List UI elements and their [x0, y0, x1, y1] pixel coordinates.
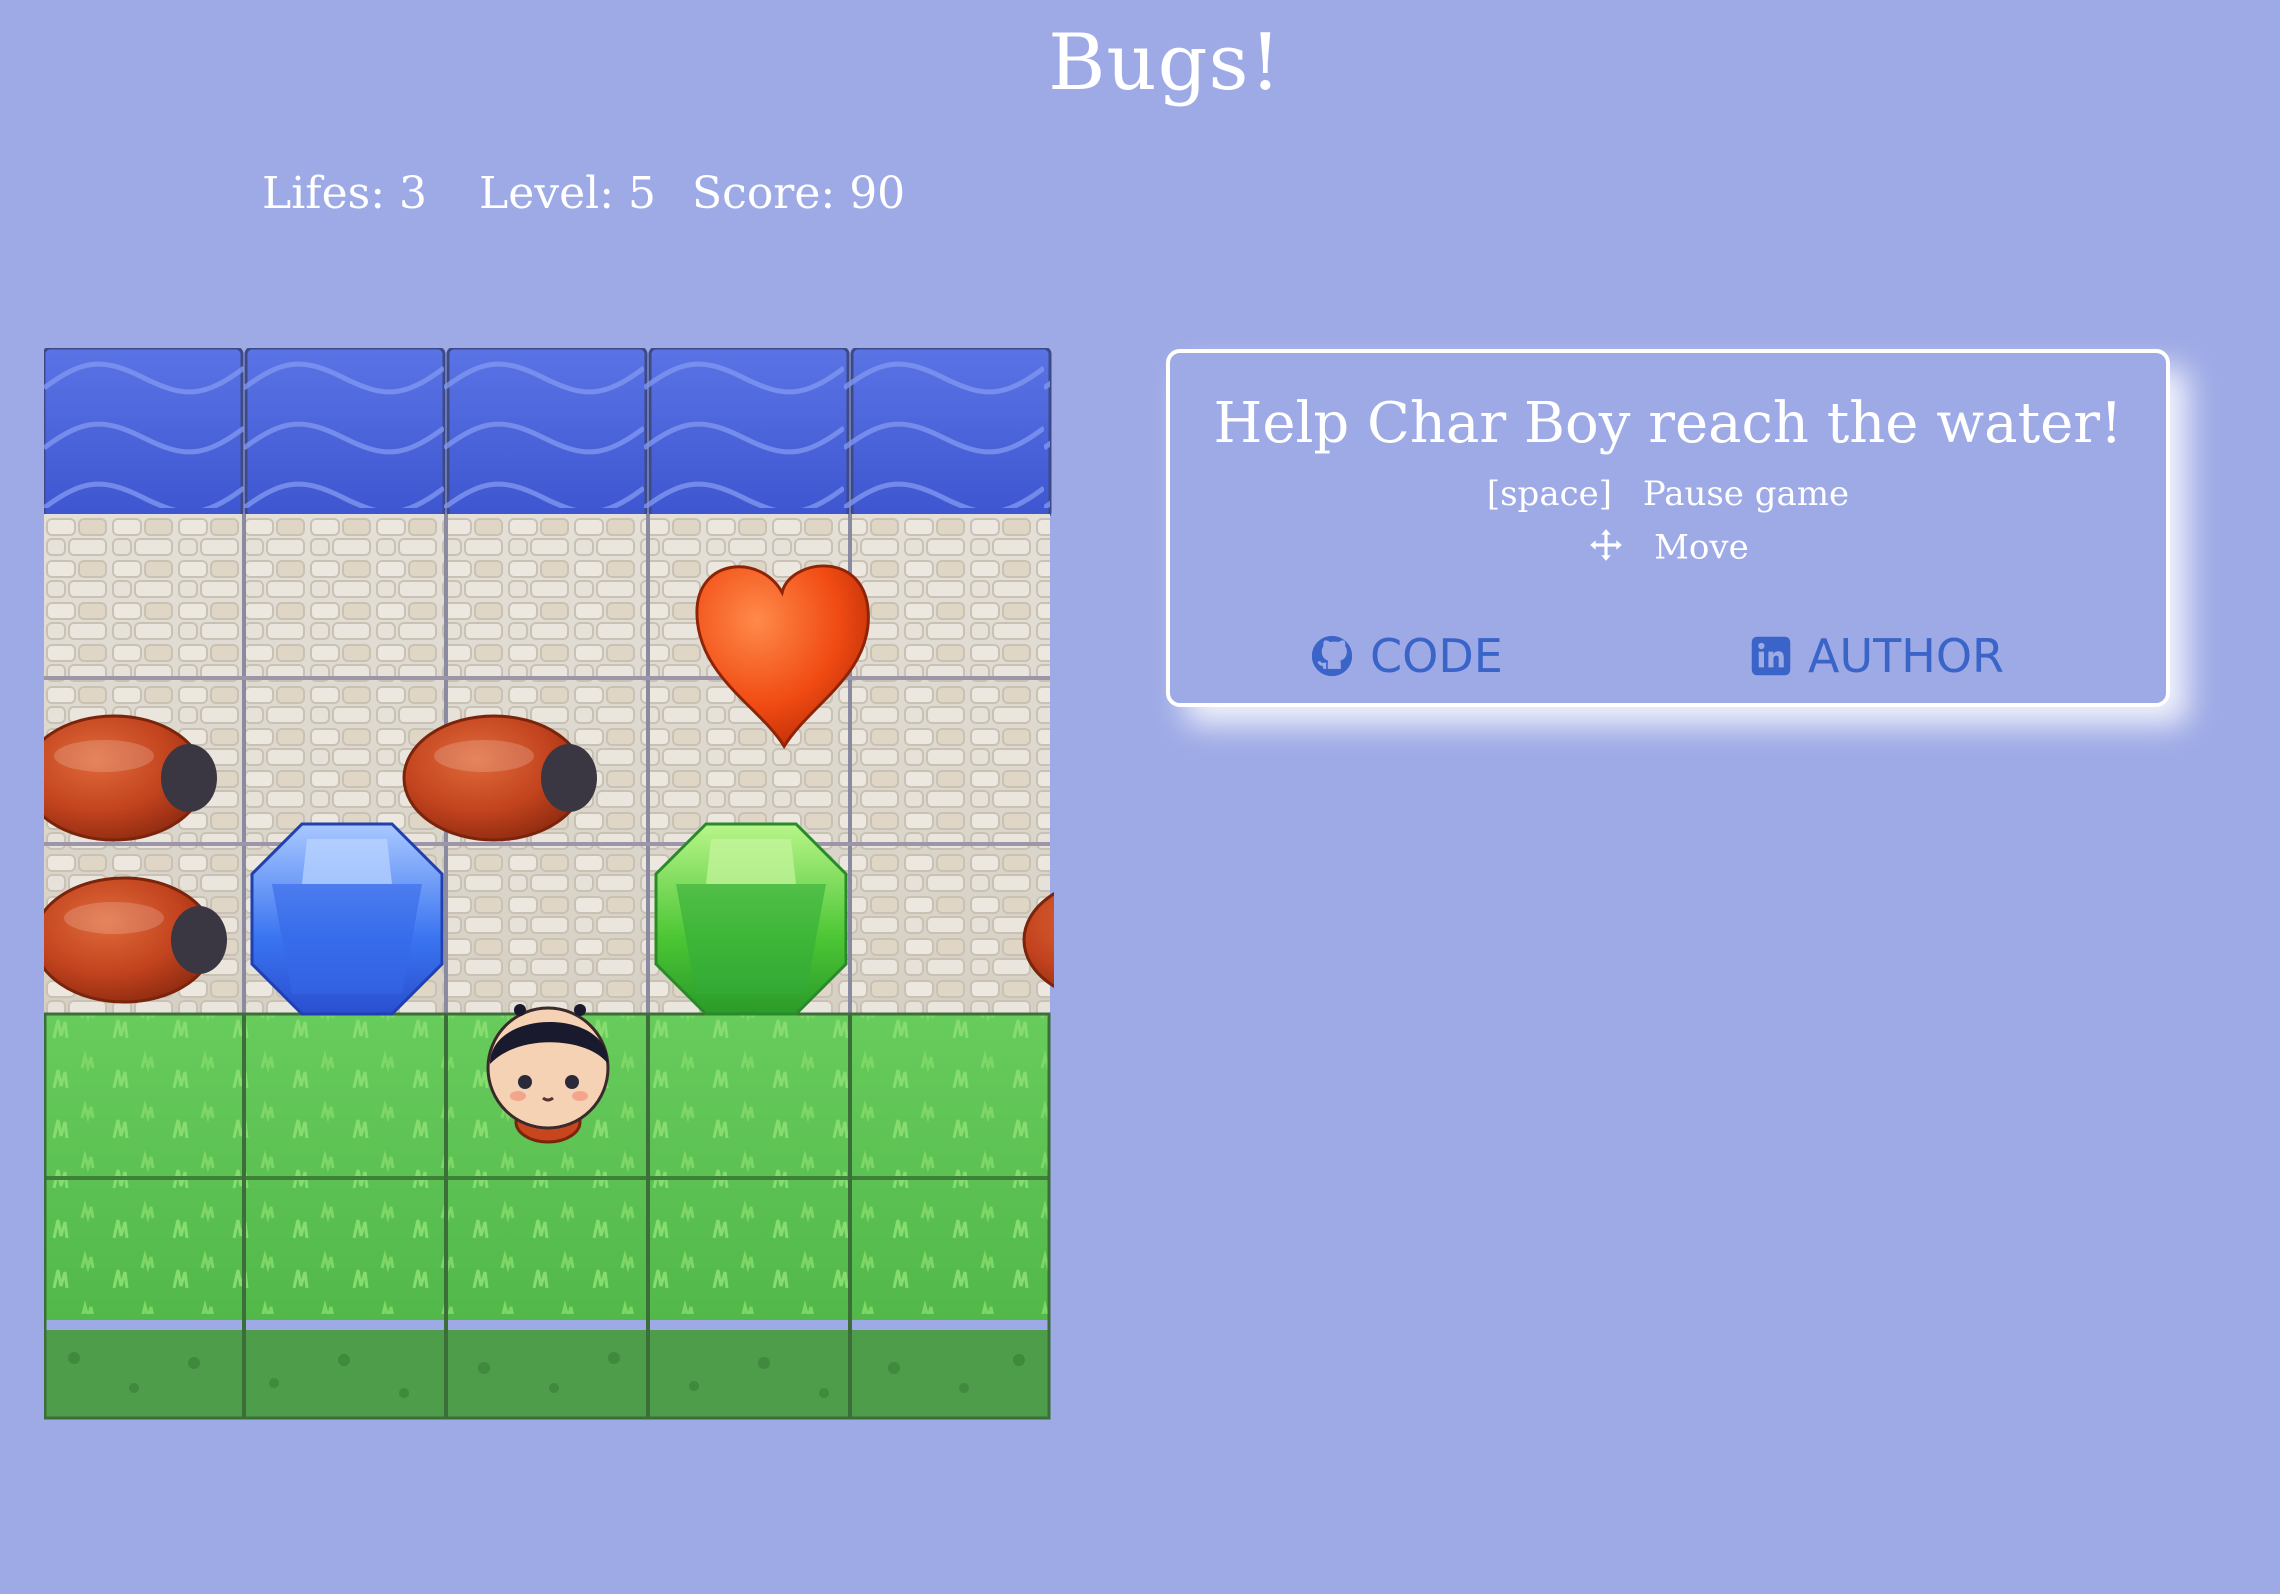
pause-label: Pause game	[1642, 474, 1850, 514]
game-board[interactable]	[44, 348, 1054, 1420]
move-arrows-icon	[1587, 526, 1625, 573]
water-row	[44, 348, 1052, 520]
github-icon	[1311, 635, 1353, 677]
gem-blue-item	[250, 822, 444, 1016]
code-link[interactable]: CODE	[1310, 629, 1503, 683]
page-title: Bugs!	[1048, 18, 1282, 108]
move-label: Move	[1654, 527, 1749, 568]
author-link[interactable]: AUTHOR	[1750, 629, 2004, 683]
game-canvas[interactable]	[44, 348, 1054, 1420]
info-panel: Help Char Boy reach the water! [space] P…	[1166, 349, 2170, 707]
author-link-label: AUTHOR	[1808, 629, 2004, 683]
stats-bar: Lifes: 3 Level: 5 Score: 90	[262, 168, 957, 219]
game-instructions-headline: Help Char Boy reach the water!	[1213, 391, 2123, 456]
level-counter: Level: 5	[479, 168, 657, 219]
linkedin-icon	[1751, 636, 1791, 676]
gem-green-item	[654, 822, 848, 1016]
panel-links: CODE AUTHOR	[1170, 629, 2166, 689]
pause-hint: [space] Pause game	[1170, 474, 2166, 514]
pause-key-label: [space]	[1486, 474, 1613, 514]
code-link-label: CODE	[1370, 629, 1503, 683]
lifes-counter: Lifes: 3	[262, 168, 427, 219]
move-hint: Move	[1170, 526, 2166, 573]
score-counter: Score: 90	[692, 168, 906, 219]
